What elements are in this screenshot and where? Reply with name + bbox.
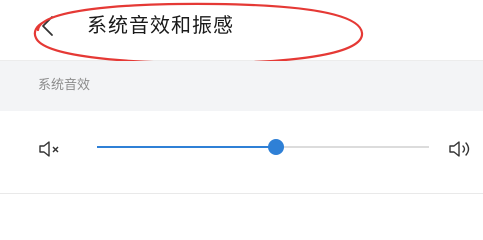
page-title: 系统音效和振感 xyxy=(87,13,234,37)
volume-slider[interactable] xyxy=(97,139,429,155)
speaker-volume-icon xyxy=(449,141,470,157)
section-label: 系统音效 xyxy=(38,78,91,93)
volume-slider-thumb[interactable] xyxy=(268,139,285,155)
chevron-left-icon[interactable] xyxy=(36,11,62,41)
app-header: 系统音效和振感 xyxy=(0,0,483,61)
volume-slider-fill xyxy=(97,146,277,148)
section-header: 系统音效 xyxy=(0,61,483,111)
volume-row xyxy=(0,111,483,194)
speaker-muted-icon xyxy=(39,141,59,157)
